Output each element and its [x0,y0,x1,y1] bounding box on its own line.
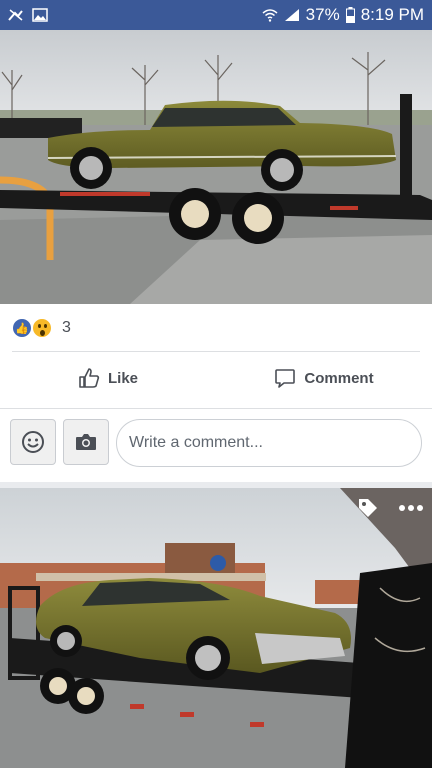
comment-label: Comment [304,369,374,387]
comment-button[interactable]: Comment [216,352,432,404]
comment-input[interactable]: Write a comment... [116,419,422,467]
battery-icon [345,7,355,23]
more-icon[interactable] [398,504,424,512]
status-right: 37% 8:19 PM [262,5,424,25]
post-photo[interactable] [0,30,432,304]
image-icon [32,8,48,22]
camera-icon [76,434,96,450]
post-footer: 👍 3 Like Comment [0,304,432,408]
like-label: Like [107,369,138,387]
post-actions: Like Comment [0,352,432,404]
reaction-count: 3 [62,319,71,336]
emoji-button[interactable] [10,419,56,465]
wow-reaction-icon [32,318,52,338]
signal-icon [284,9,299,21]
tag-icon[interactable] [356,496,380,520]
reactions-summary[interactable]: 👍 3 [12,318,71,338]
battery-percent: 37% [305,5,340,24]
photo-overlay-icons [356,496,424,520]
status-bar: 37% 8:19 PM [0,0,432,30]
status-left [8,8,48,22]
photo-attach-button[interactable] [63,419,109,465]
post-photo-2[interactable] [0,488,432,768]
notifications-off-icon [8,9,23,21]
smiley-icon [22,431,44,453]
comment-icon [275,369,296,388]
thumbs-up-icon [79,368,100,388]
like-button[interactable]: Like [0,352,216,404]
like-reaction-icon: 👍 [12,318,32,338]
clock: 8:19 PM [360,5,424,24]
wifi-icon [262,9,278,22]
comment-composer: Write a comment... [0,408,432,482]
